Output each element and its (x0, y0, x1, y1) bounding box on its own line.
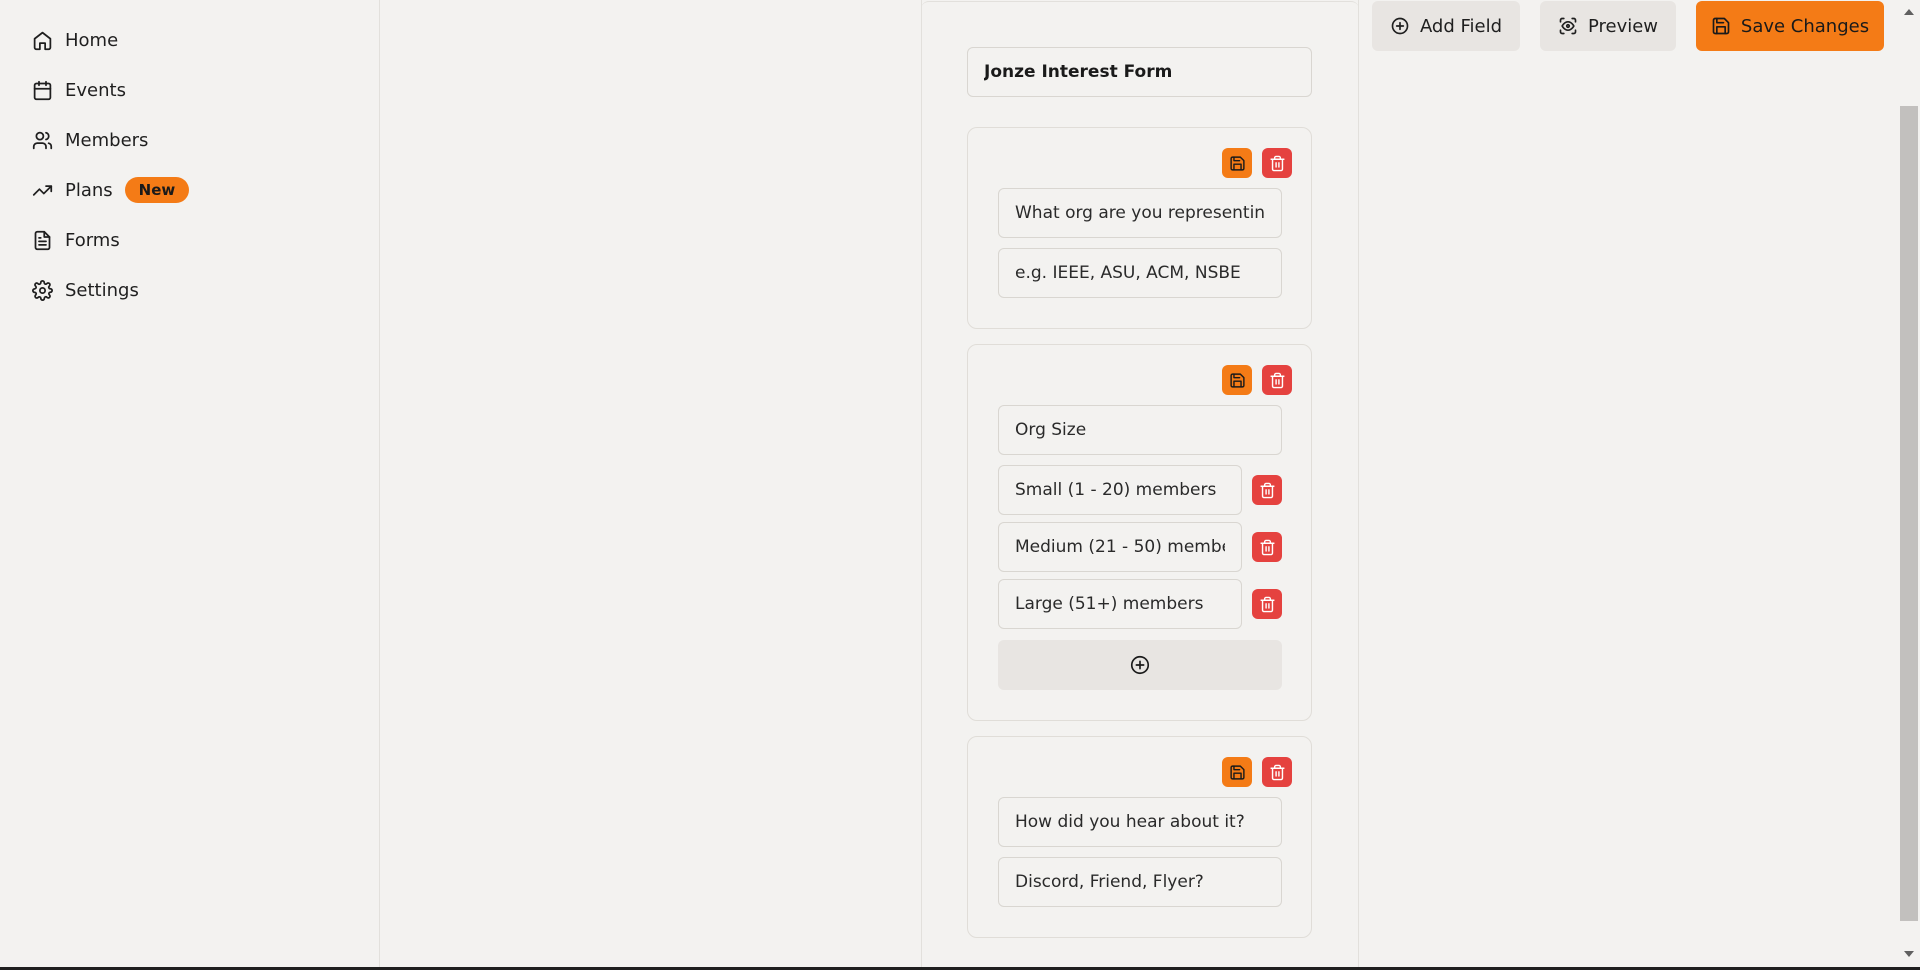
question-input[interactable] (998, 797, 1282, 847)
trash-icon (1269, 372, 1285, 388)
save-icon (1229, 764, 1245, 780)
trash-icon (1259, 539, 1275, 555)
option-input[interactable] (998, 579, 1242, 629)
save-changes-button[interactable]: Save Changes (1696, 1, 1884, 51)
sidebar-item-label: Members (65, 129, 149, 151)
trash-icon (1259, 482, 1275, 498)
delete-field-button[interactable] (1262, 757, 1292, 787)
sidebar-item-home[interactable]: Home (32, 22, 118, 58)
form-field-card (967, 344, 1312, 721)
option-input[interactable] (998, 522, 1242, 572)
sidebar-item-forms[interactable]: Forms (32, 222, 120, 258)
delete-option-button[interactable] (1252, 532, 1282, 562)
sidebar-item-label: Home (65, 29, 119, 51)
users-icon (32, 131, 53, 149)
add-field-button[interactable]: Add Field (1372, 1, 1520, 51)
save-field-button[interactable] (1222, 757, 1252, 787)
form-field-card (967, 736, 1312, 938)
trash-icon (1269, 764, 1285, 780)
sidebar-item-plans[interactable]: Plans New (32, 172, 190, 208)
save-field-button[interactable] (1222, 365, 1252, 395)
question-input[interactable] (998, 188, 1282, 238)
delete-option-button[interactable] (1252, 589, 1282, 619)
preview-button[interactable]: Preview (1540, 1, 1676, 51)
delete-option-button[interactable] (1252, 475, 1282, 505)
gear-icon (32, 279, 53, 301)
trash-icon (1269, 155, 1285, 171)
save-field-button[interactable] (1222, 148, 1252, 178)
sidebar-item-label: Forms (65, 229, 120, 251)
plus-circle-icon (1391, 17, 1409, 35)
save-icon (1712, 17, 1730, 35)
plus-circle-icon (1130, 655, 1150, 675)
preview-label: Preview (1587, 15, 1659, 37)
scroll-down-icon[interactable] (1902, 948, 1916, 962)
sidebar: Home Events Members Plans New Forms Sett… (0, 0, 380, 970)
placeholder-input[interactable] (998, 857, 1282, 907)
app-root: Home Events Members Plans New Forms Sett… (0, 0, 1920, 970)
file-text-icon (34, 230, 51, 250)
sidebar-item-events[interactable]: Events (32, 72, 126, 108)
home-icon (33, 31, 52, 50)
new-badge: New (124, 177, 190, 203)
save-icon (1229, 372, 1245, 388)
delete-field-button[interactable] (1262, 148, 1292, 178)
trending-up-icon (32, 184, 53, 196)
option-input[interactable] (998, 465, 1242, 515)
scrollbar-thumb[interactable] (1900, 106, 1918, 921)
form-title-input[interactable] (967, 47, 1312, 97)
sidebar-item-label: Settings (65, 279, 139, 301)
sidebar-item-label: Plans (65, 179, 113, 201)
sidebar-item-settings[interactable]: Settings (32, 272, 139, 308)
save-icon (1229, 155, 1245, 171)
add-option-button[interactable] (998, 640, 1282, 690)
add-field-label: Add Field (1419, 15, 1503, 37)
question-input[interactable] (998, 405, 1282, 455)
sidebar-item-label: Events (65, 79, 126, 101)
scan-eye-icon (1559, 17, 1577, 35)
save-changes-label: Save Changes (1740, 15, 1870, 37)
trash-icon (1259, 596, 1275, 612)
calendar-icon (33, 80, 52, 100)
scroll-up-icon[interactable] (1902, 4, 1916, 18)
delete-field-button[interactable] (1262, 365, 1292, 395)
sidebar-item-members[interactable]: Members (32, 122, 148, 158)
panel-border (921, 1, 1359, 11)
placeholder-input[interactable] (998, 248, 1282, 298)
form-field-card (967, 127, 1312, 329)
